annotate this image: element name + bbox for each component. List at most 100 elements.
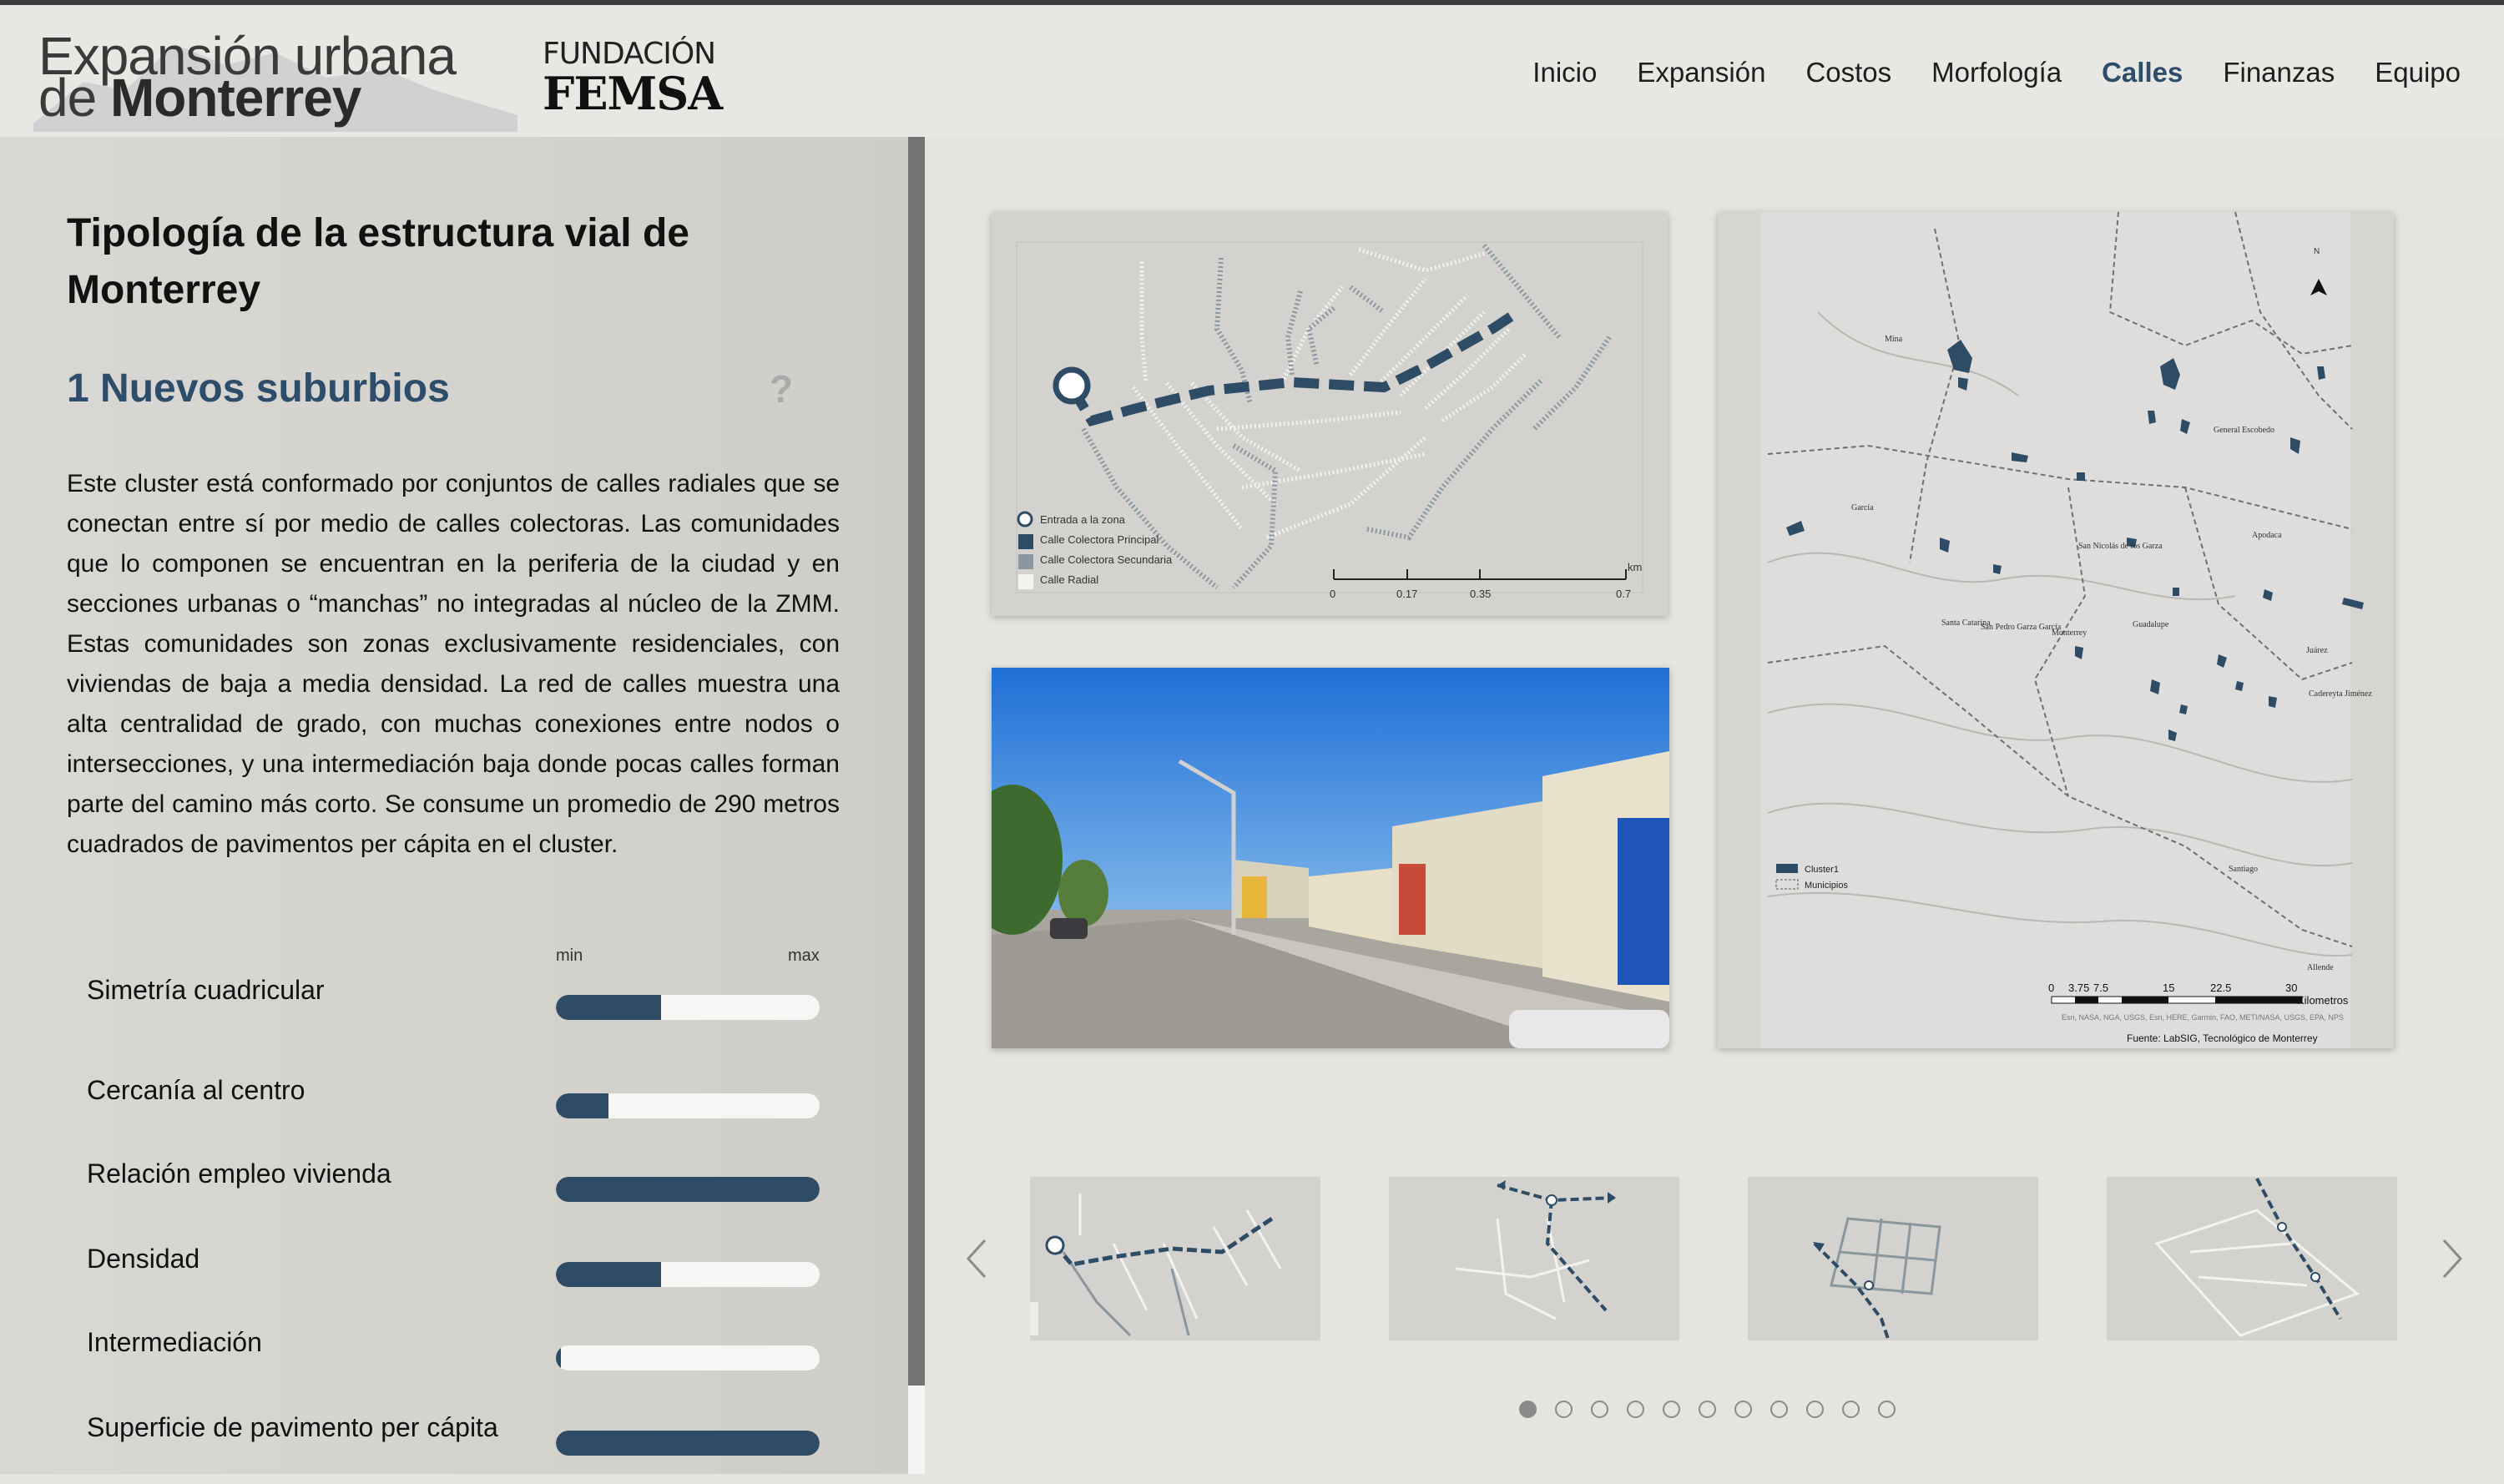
metric-bar [556, 1431, 820, 1456]
legend-radial: Calle Radial [1040, 573, 1098, 586]
nav-inicio[interactable]: Inicio [1532, 57, 1597, 88]
place-label: Santa Catarina [1941, 618, 1991, 628]
cluster-name: 1 Nuevos suburbios [67, 366, 450, 411]
svg-text:3.75: 3.75 [2068, 982, 2089, 994]
nav-calles[interactable]: Calles [2102, 57, 2183, 88]
scale-tick: 0.17 [1396, 588, 1417, 600]
svg-text:N: N [2314, 247, 2320, 256]
scale-tick: 0.7 [1616, 588, 1631, 600]
street-photo-image [992, 668, 1669, 1048]
carousel-dot[interactable] [1734, 1401, 1752, 1418]
metric-bar-fill [556, 1177, 820, 1202]
legend-secundaria: Calle Colectora Secundaria [1040, 553, 1173, 566]
carousel-dot[interactable] [1663, 1401, 1680, 1418]
metric-cercania: Cercanía al centro [87, 1075, 838, 1118]
place-label: San Nicolás de los Garza [2078, 542, 2163, 551]
street-structure-map: Entrada a la zona Calle Colectora Princi… [992, 212, 1668, 616]
metric-bar-fill [556, 1262, 662, 1287]
site-logo[interactable]: Expansión urbana de Monterrey [33, 15, 517, 132]
svg-text:Fuente: LabSIG, Tecnológico de: Fuente: LabSIG, Tecnológico de Monterrey [2127, 1032, 2318, 1044]
cluster-thumbnail[interactable] [2107, 1177, 2397, 1340]
place-label: Guadalupe [2133, 620, 2169, 629]
metric-label: Intermediación [87, 1327, 262, 1357]
svg-text:Esri, NASA, NGA, USGS, Esri, H: Esri, NASA, NGA, USGS, Esri, HERE, Garmi… [2062, 1013, 2344, 1022]
carousel-dot[interactable] [1806, 1401, 1824, 1418]
carousel-dot[interactable] [1842, 1401, 1860, 1418]
svg-text:15: 15 [2163, 982, 2174, 994]
place-label: Apodaca [2252, 531, 2282, 540]
nav-finanzas[interactable]: Finanzas [2223, 57, 2335, 88]
metric-bar-fill [556, 995, 662, 1020]
scrollbar-thumb[interactable] [908, 137, 925, 1386]
chevron-right-icon [2442, 1239, 2463, 1279]
place-label: San Pedro Garza García [1981, 623, 2062, 632]
scale-tick: 0 [1330, 588, 1335, 600]
cluster-thumbnail[interactable] [1389, 1177, 1679, 1340]
metric-label: Densidad [87, 1244, 200, 1274]
carousel-dot[interactable] [1878, 1401, 1896, 1418]
metric-bar-fill [556, 1345, 562, 1370]
metric-bar-fill [556, 1431, 820, 1456]
metric-bar [556, 1177, 820, 1202]
nav-expansion[interactable]: Expansión [1637, 57, 1765, 88]
place-label: Cadereyta Jiménez [2309, 689, 2372, 699]
svg-text:7.5: 7.5 [2093, 982, 2108, 994]
metric-bar [556, 1345, 820, 1370]
metric-empleo-vivienda: Relación empleo vivienda [87, 1158, 838, 1202]
metric-densidad: Densidad [87, 1244, 838, 1287]
carousel-dot[interactable] [1555, 1401, 1573, 1418]
metric-label: Superficie de pavimento per cápita [87, 1412, 498, 1442]
help-button[interactable]: ? [723, 349, 840, 429]
metric-label: Relación empleo vivienda [87, 1158, 391, 1189]
sponsor-logo[interactable]: FUNDACIÓN FEMSA [543, 37, 723, 117]
svg-text:30: 30 [2285, 982, 2297, 994]
metric-label: Cercanía al centro [87, 1075, 305, 1105]
main-nav: Inicio Expansión Costos Morfología Calle… [1492, 57, 2461, 88]
cluster-description: Este cluster está conformado por conjunt… [67, 470, 840, 858]
thumbnail-street-map [1455, 1180, 1616, 1320]
carousel-dot[interactable] [1699, 1401, 1716, 1418]
cluster-thumbnail[interactable] [1030, 1177, 1320, 1340]
svg-text:22.5: 22.5 [2210, 982, 2231, 994]
place-label: Allende [2307, 963, 2334, 972]
carousel-dot[interactable] [1519, 1401, 1537, 1418]
svg-text:Municipios: Municipios [1805, 881, 1848, 891]
region-map-drawing: Mina García Monterrey Apodaca Guadalupe … [1761, 212, 2372, 1048]
scale-unit: km [1628, 561, 1642, 573]
metric-simetria: Simetría cuadricular [87, 975, 838, 1020]
place-label: García [1851, 503, 1874, 512]
carousel-dot[interactable] [1627, 1401, 1644, 1418]
sidebar-title: Tipología de la estructura vial de Monte… [67, 211, 689, 312]
carousel-dot[interactable] [1591, 1401, 1608, 1418]
thumbnail-street-map [1813, 1217, 1941, 1345]
metric-bar [556, 1262, 820, 1287]
metric-bar [556, 1093, 820, 1118]
nav-costos[interactable]: Costos [1805, 57, 1891, 88]
carousel-next-button[interactable] [2436, 1234, 2469, 1284]
carousel-prev-button[interactable] [960, 1234, 993, 1284]
sponsor-line1: FUNDACIÓN [543, 37, 716, 71]
sidebar-scrollbar[interactable] [908, 137, 925, 1474]
place-label: Mina [1885, 335, 1903, 344]
site-header: Expansión urbana de Monterrey FUNDACIÓN … [0, 5, 2504, 137]
carousel-pagination [1519, 1401, 1896, 1418]
street-map-drawing: Entrada a la zona Calle Colectora Princi… [1016, 241, 1643, 600]
nav-morfologia[interactable]: Morfología [1931, 57, 2062, 88]
street-map-scale [1333, 569, 1627, 580]
street-map-legend: Entrada a la zona Calle Colectora Princi… [1017, 511, 1173, 589]
cluster-thumbnail[interactable] [1748, 1177, 2038, 1345]
legend-principal: Calle Colectora Principal [1040, 533, 1159, 546]
street-photo [992, 668, 1669, 1048]
place-label: Santiago [2229, 865, 2258, 874]
chevron-left-icon [966, 1239, 987, 1279]
metric-label: Simetría cuadricular [87, 975, 325, 1005]
place-label: Juárez [2306, 646, 2328, 655]
scale-max-label: max [788, 946, 820, 965]
logo-title-line2: de Monterrey [38, 68, 361, 128]
metric-bar [556, 995, 820, 1020]
info-sidebar: Tipología de la estructura vial de Monte… [0, 137, 910, 1474]
nav-equipo[interactable]: Equipo [2375, 57, 2461, 88]
svg-text:Kilometros: Kilometros [2297, 994, 2349, 1007]
carousel-dot[interactable] [1770, 1401, 1788, 1418]
metric-bar-fill [556, 1093, 609, 1118]
